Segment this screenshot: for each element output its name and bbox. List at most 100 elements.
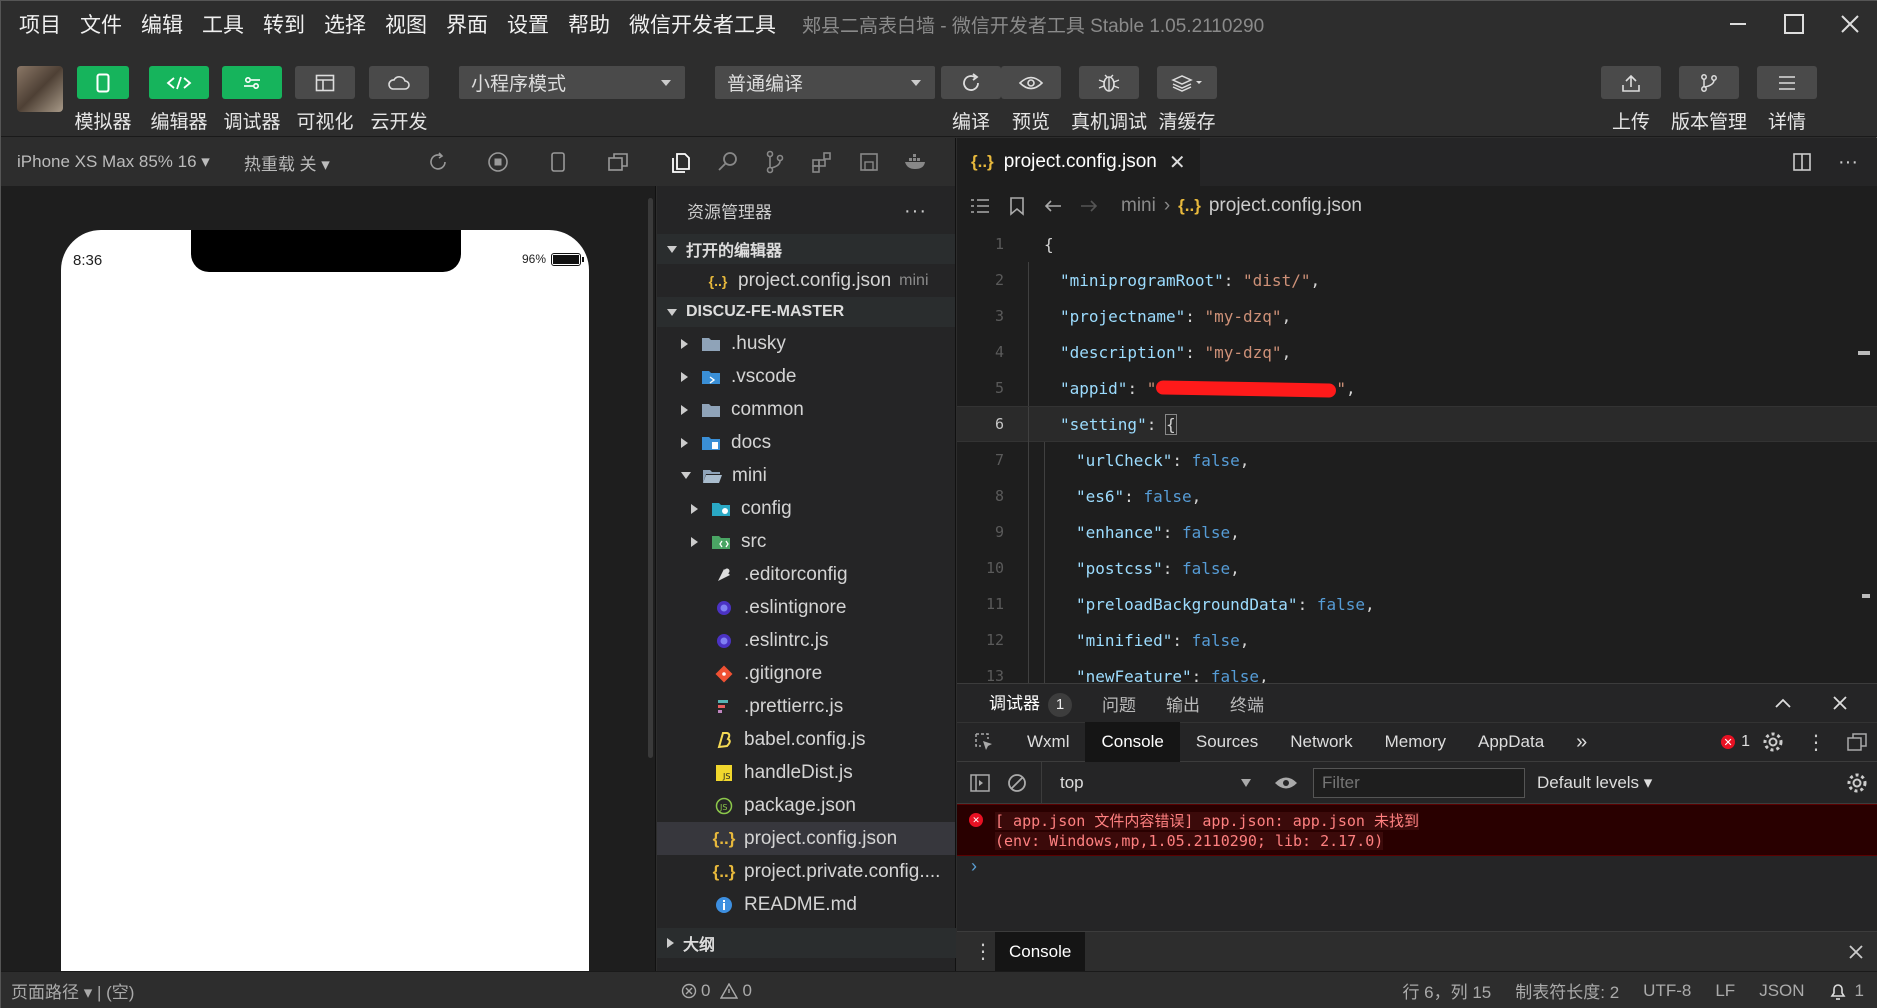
menu-item[interactable]: 帮助	[568, 9, 610, 39]
cloud-dev-button[interactable]	[369, 66, 429, 99]
split-editor-icon[interactable]	[1792, 152, 1812, 172]
preview-button[interactable]	[1001, 66, 1061, 99]
close-drawer-icon[interactable]	[1848, 944, 1864, 960]
tree-item[interactable]: JS package.json	[657, 789, 955, 822]
files-icon[interactable]	[657, 150, 704, 174]
breadcrumb-folder[interactable]: mini	[1121, 195, 1156, 217]
devtools-tab-sources[interactable]: Sources	[1180, 722, 1274, 762]
mode-select[interactable]: 小程序模式	[459, 66, 685, 99]
chevron-up-icon[interactable]	[1774, 697, 1792, 709]
devtools-tab-network[interactable]: Network	[1274, 722, 1368, 762]
tab-size[interactable]: 制表符长度: 2	[1515, 978, 1619, 1003]
back-arrow-icon[interactable]	[1043, 198, 1063, 214]
menu-item[interactable]: 选择	[324, 9, 366, 39]
hot-reload-select[interactable]: 热重载 关 ▾	[244, 150, 330, 175]
log-levels-select[interactable]: Default levels ▾	[1537, 773, 1652, 793]
tree-item[interactable]: mini	[657, 459, 955, 492]
console-filter-input[interactable]	[1313, 767, 1525, 798]
devtools-tab-console[interactable]: Console	[1085, 722, 1180, 762]
menu-item[interactable]: 项目	[19, 9, 61, 39]
devtools-tab-appdata[interactable]: AppData	[1462, 722, 1560, 762]
debugger-toggle-button[interactable]	[222, 66, 282, 99]
menu-item[interactable]: 文件	[80, 9, 122, 39]
tree-item[interactable]: src	[657, 525, 955, 558]
more-icon[interactable]: ···	[904, 200, 927, 223]
rotate-icon[interactable]	[408, 151, 468, 173]
cursor-position[interactable]: 行 6，列 15	[1402, 978, 1491, 1003]
error-counter[interactable]: ✕ 1	[1721, 733, 1750, 751]
remote-debug-button[interactable]	[1079, 66, 1139, 99]
drawer-menu-icon[interactable]: ⋮	[973, 939, 993, 964]
context-select[interactable]: top	[1041, 761, 1267, 804]
upload-button[interactable]	[1601, 66, 1661, 99]
list-icon[interactable]	[969, 197, 991, 215]
compile-mode-select[interactable]: 普通编译	[715, 66, 935, 99]
clear-cache-button[interactable]	[1157, 66, 1217, 99]
clear-console-icon[interactable]	[1007, 773, 1027, 793]
language-mode[interactable]: JSON	[1759, 981, 1804, 1001]
line-ending[interactable]: LF	[1715, 981, 1735, 1001]
tree-item[interactable]: .vscode	[657, 360, 955, 393]
extensions-icon[interactable]	[798, 150, 845, 174]
tree-item[interactable]: .editorconfig	[657, 558, 955, 591]
device-icon[interactable]	[528, 151, 588, 173]
details-button[interactable]	[1757, 66, 1817, 99]
device-select[interactable]: iPhone XS Max 85% 16 ▾	[17, 152, 210, 172]
editor-toggle-button[interactable]	[149, 66, 209, 99]
stop-icon[interactable]	[468, 151, 528, 173]
more-tabs-icon[interactable]: »	[1560, 722, 1603, 762]
close-window-button[interactable]	[1822, 1, 1877, 47]
panel-tab-output[interactable]: 输出	[1166, 691, 1200, 716]
tree-item[interactable]: JS handleDist.js	[657, 756, 955, 789]
menu-item[interactable]: 微信开发者工具	[629, 9, 776, 39]
docker-icon[interactable]	[892, 152, 939, 172]
source-control-icon[interactable]	[751, 150, 798, 174]
minimize-button[interactable]	[1710, 1, 1766, 47]
settings-gear-icon[interactable]	[1762, 731, 1784, 753]
console-error-message[interactable]: ✕ [ app.json 文件内容错误] app.json: app.json …	[957, 804, 1877, 856]
outline-header[interactable]: 大纲	[657, 928, 956, 958]
tree-item[interactable]: {..} project.private.config....	[657, 855, 955, 888]
encoding[interactable]: UTF-8	[1643, 981, 1691, 1001]
close-panel-icon[interactable]	[1832, 695, 1848, 711]
drawer-tab-console[interactable]: Console	[995, 931, 1086, 972]
panel-splitter[interactable]	[648, 198, 653, 758]
version-button[interactable]	[1679, 66, 1739, 99]
inspect-icon[interactable]	[957, 722, 1011, 762]
more-actions-icon[interactable]: ···	[1838, 151, 1858, 174]
tree-item[interactable]: .gitignore	[657, 657, 955, 690]
menu-item[interactable]: 编辑	[141, 9, 183, 39]
console-settings-icon[interactable]	[1846, 772, 1868, 794]
problems-indicator[interactable]: 0 0	[681, 981, 752, 1001]
panel-tab-debugger[interactable]: 调试器 1	[989, 689, 1072, 717]
editor-tab-project-config[interactable]: {..} project.config.json ✕	[957, 138, 1200, 186]
tree-item[interactable]: .eslintrc.js	[657, 624, 955, 657]
tree-item[interactable]: .husky	[657, 327, 955, 360]
kebab-menu-icon[interactable]: ⋮	[1806, 730, 1826, 755]
search-icon[interactable]	[704, 150, 751, 174]
devtools-tab-memory[interactable]: Memory	[1369, 722, 1462, 762]
simulator-toggle-button[interactable]	[77, 66, 129, 99]
menu-item[interactable]: 转到	[263, 9, 305, 39]
close-tab-icon[interactable]: ✕	[1169, 150, 1186, 175]
maximize-button[interactable]	[1766, 1, 1822, 47]
visual-toggle-button[interactable]	[295, 66, 355, 99]
code-area[interactable]: 1{2 "miniprogramRoot": "dist/", 3 "projectn…	[957, 226, 1877, 683]
live-expression-eye-icon[interactable]	[1273, 775, 1299, 791]
notifications[interactable]: 1	[1829, 981, 1864, 1001]
panel-tab-problems[interactable]: 问题	[1102, 691, 1136, 716]
console-prompt[interactable]: ›	[957, 856, 1877, 882]
tree-item[interactable]: .eslintignore	[657, 591, 955, 624]
tree-item[interactable]: {..} project.config.json	[657, 822, 955, 855]
devtools-tab-wxml[interactable]: Wxml	[1011, 722, 1085, 762]
tree-item[interactable]: common	[657, 393, 955, 426]
tree-item[interactable]: config	[657, 492, 955, 525]
open-editors-header[interactable]: 打开的编辑器	[657, 234, 955, 264]
menu-item[interactable]: 设置	[507, 9, 549, 39]
popout-icon[interactable]	[588, 152, 648, 172]
tree-item[interactable]: babel.config.js	[657, 723, 955, 756]
breadcrumb-file[interactable]: project.config.json	[1209, 195, 1362, 217]
forward-arrow-icon[interactable]	[1079, 198, 1099, 214]
menu-item[interactable]: 视图	[385, 9, 427, 39]
compile-button[interactable]	[941, 66, 1001, 99]
